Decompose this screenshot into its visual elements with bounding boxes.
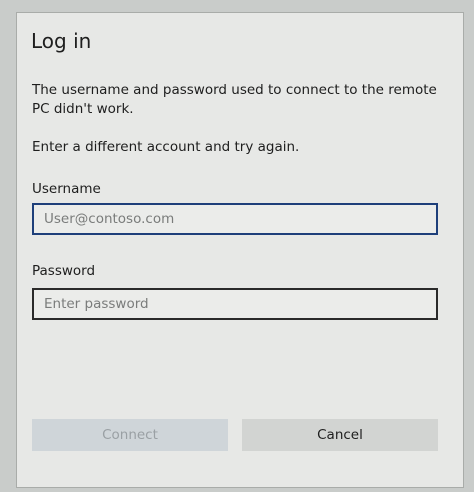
error-message: The username and password used to connec… — [32, 82, 437, 117]
username-label: Username — [32, 181, 101, 197]
dialog-title: Log in — [31, 29, 92, 53]
password-label: Password — [32, 263, 96, 279]
password-input[interactable] — [32, 288, 438, 320]
cancel-button[interactable]: Cancel — [242, 419, 438, 451]
username-input[interactable] — [32, 203, 438, 235]
login-dialog: Log in The username and password used to… — [16, 12, 464, 488]
instruction-text: Enter a different account and try again. — [32, 139, 300, 155]
connect-button[interactable]: Connect — [32, 419, 228, 451]
